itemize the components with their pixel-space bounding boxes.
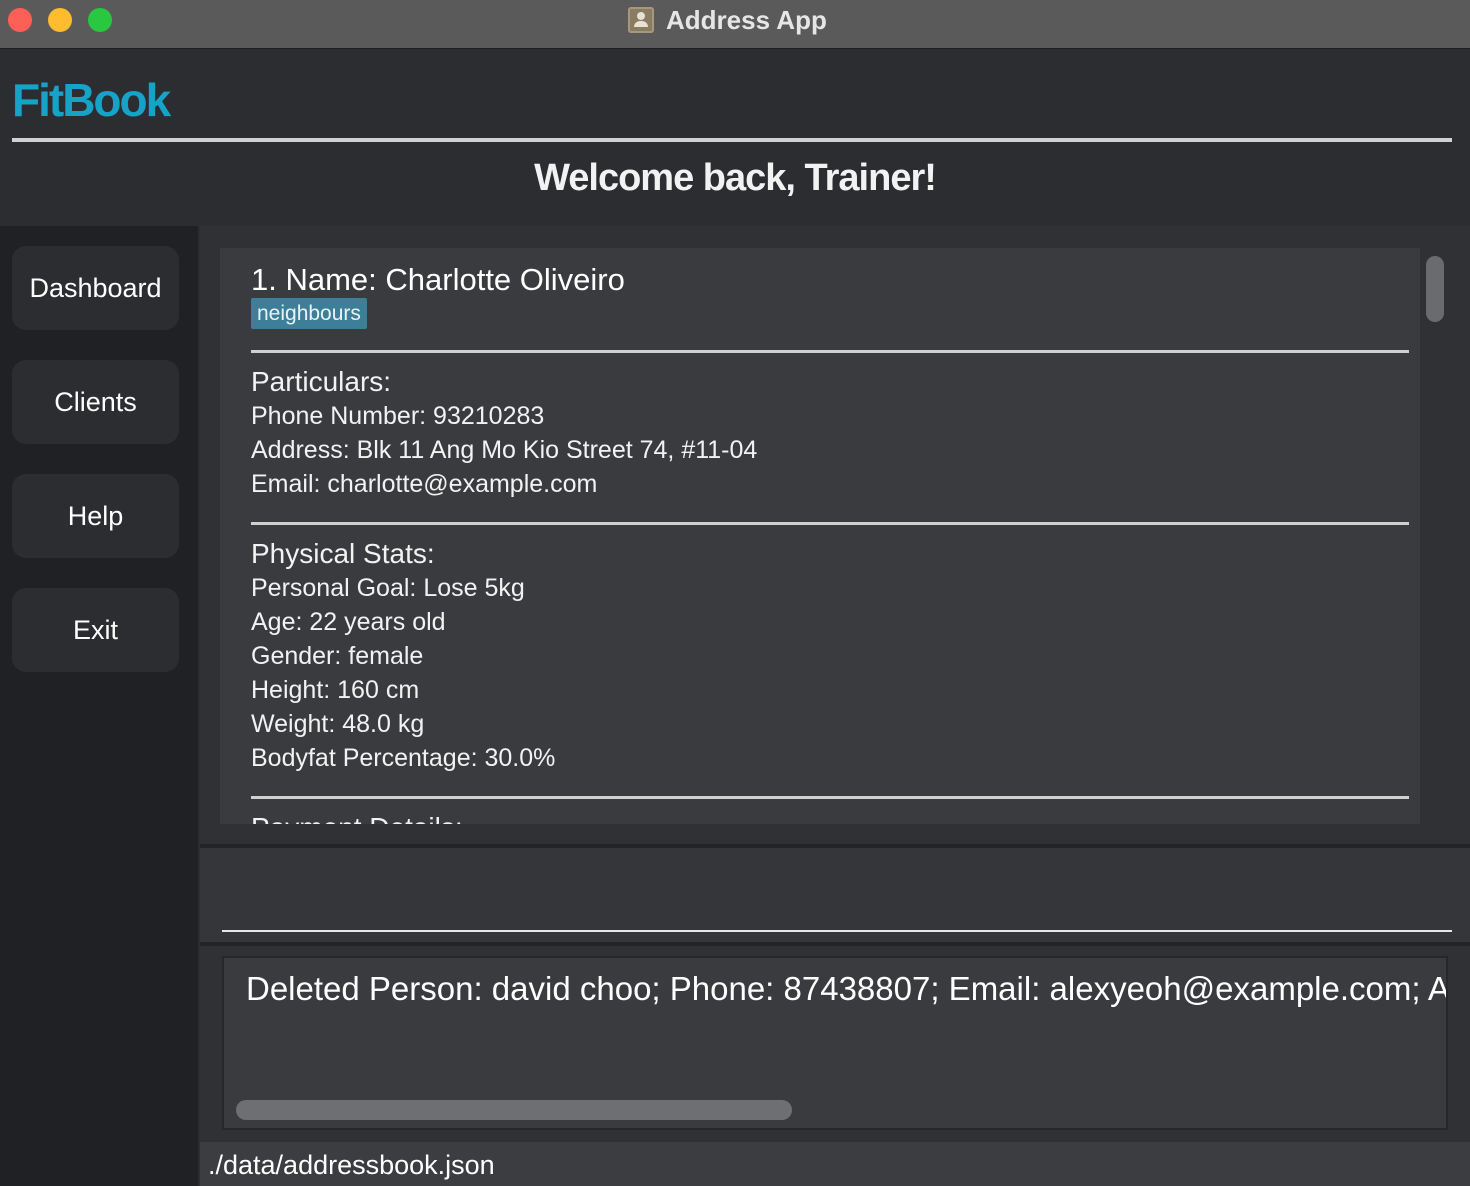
client-list[interactable]: 1. Name: Charlotte Oliveiro neighbours P… [200, 226, 1470, 844]
main-panel: 1. Name: Charlotte Oliveiro neighbours P… [200, 226, 1470, 1186]
particulars-heading: Particulars: [251, 366, 392, 397]
weight: Weight: 48.0 kg [251, 710, 425, 738]
address: Address: Blk 11 Ang Mo Kio Street 74, #1… [251, 436, 758, 464]
client-tag: neighbours [251, 298, 367, 329]
status-bar: ./data/addressbook.json [200, 1142, 1470, 1186]
app-header: FitBook Welcome back, Trainer! [0, 49, 1470, 226]
age: Age: 22 years old [251, 608, 446, 636]
sidebar-item-help[interactable]: Help [12, 474, 179, 558]
command-input[interactable] [222, 858, 1452, 932]
sidebar-item-clients[interactable]: Clients [12, 360, 179, 444]
close-window-button[interactable] [8, 8, 32, 32]
height: Height: 160 cm [251, 676, 420, 704]
minimize-window-button[interactable] [48, 8, 72, 32]
command-box [200, 848, 1470, 942]
physical-stats-heading: Physical Stats: [251, 538, 435, 569]
email: Email: charlotte@example.com [251, 470, 598, 498]
brand-logo: FitBook [12, 74, 171, 126]
phone-number: Phone Number: 93210283 [251, 402, 545, 430]
client-name: 1. Name: Charlotte Oliveiro [251, 262, 625, 297]
payment-details-heading: Payment Details: [251, 812, 463, 824]
result-display: Deleted Person: david choo; Phone: 87438… [200, 946, 1470, 1142]
sidebar-item-dashboard[interactable]: Dashboard [12, 246, 179, 330]
address-book-icon [628, 7, 654, 33]
header-divider [12, 138, 1452, 142]
window-title: Address App [666, 4, 827, 35]
list-scrollbar[interactable] [1426, 256, 1444, 322]
client-card[interactable]: 1. Name: Charlotte Oliveiro neighbours P… [220, 248, 1420, 824]
welcome-message: Welcome back, Trainer! [534, 157, 937, 199]
result-horizontal-scrollbar[interactable] [236, 1100, 792, 1120]
personal-goal: Personal Goal: Lose 5kg [251, 574, 525, 602]
card-divider [251, 796, 1409, 799]
window-titlebar: Address App [0, 0, 1470, 49]
sidebar-item-exit[interactable]: Exit [12, 588, 179, 672]
card-divider [251, 522, 1409, 525]
result-message: Deleted Person: david choo; Phone: 87438… [246, 970, 1448, 1007]
save-location: ./data/addressbook.json [208, 1150, 495, 1180]
bodyfat-percentage: Bodyfat Percentage: 30.0% [251, 744, 556, 772]
result-box[interactable]: Deleted Person: david choo; Phone: 87438… [222, 956, 1448, 1130]
sidebar: Dashboard Clients Help Exit [0, 226, 198, 1186]
card-divider [251, 350, 1409, 353]
gender: Gender: female [251, 642, 424, 670]
maximize-window-button[interactable] [88, 8, 112, 32]
